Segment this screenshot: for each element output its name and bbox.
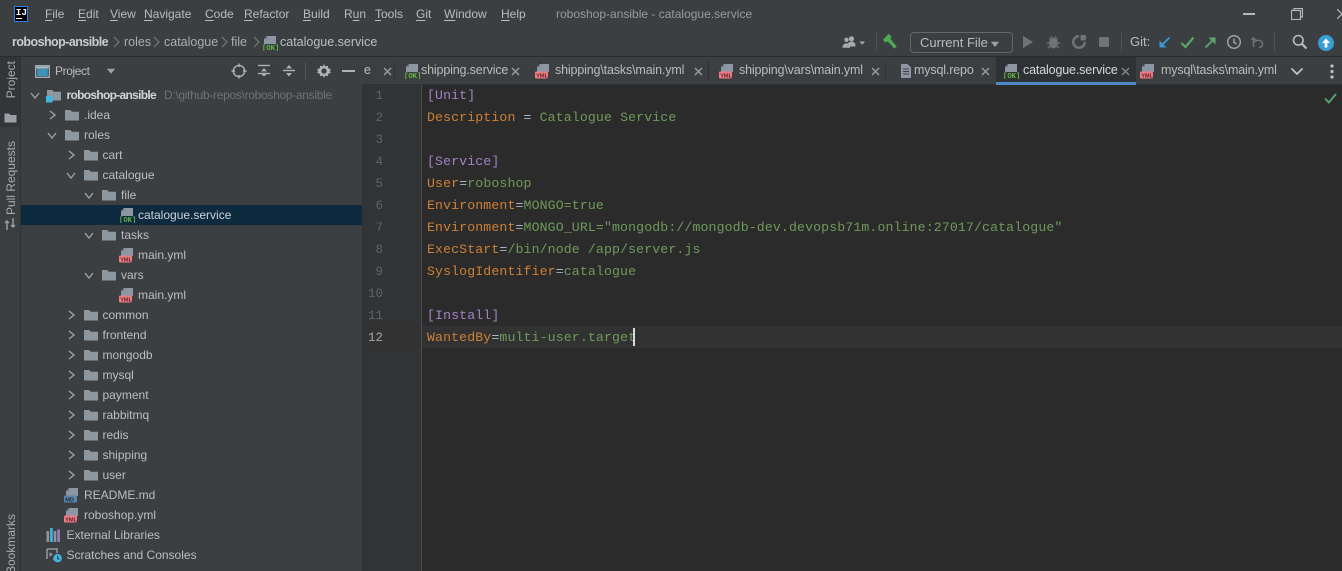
svg-text:YML: YML: [1141, 73, 1153, 79]
svg-text:MD: MD: [65, 497, 74, 503]
svg-text:[OK]: [OK]: [404, 73, 421, 79]
svg-text:[OK]: [OK]: [1003, 73, 1020, 79]
svg-text:YML: YML: [120, 297, 132, 303]
svg-text:YML: YML: [720, 73, 732, 79]
svg-text:YML: YML: [536, 73, 548, 79]
svg-text:[OK]: [OK]: [262, 45, 279, 51]
svg-text:YML: YML: [120, 257, 132, 263]
svg-text:YML: YML: [65, 517, 77, 523]
svg-text:[OK]: [OK]: [119, 217, 136, 223]
